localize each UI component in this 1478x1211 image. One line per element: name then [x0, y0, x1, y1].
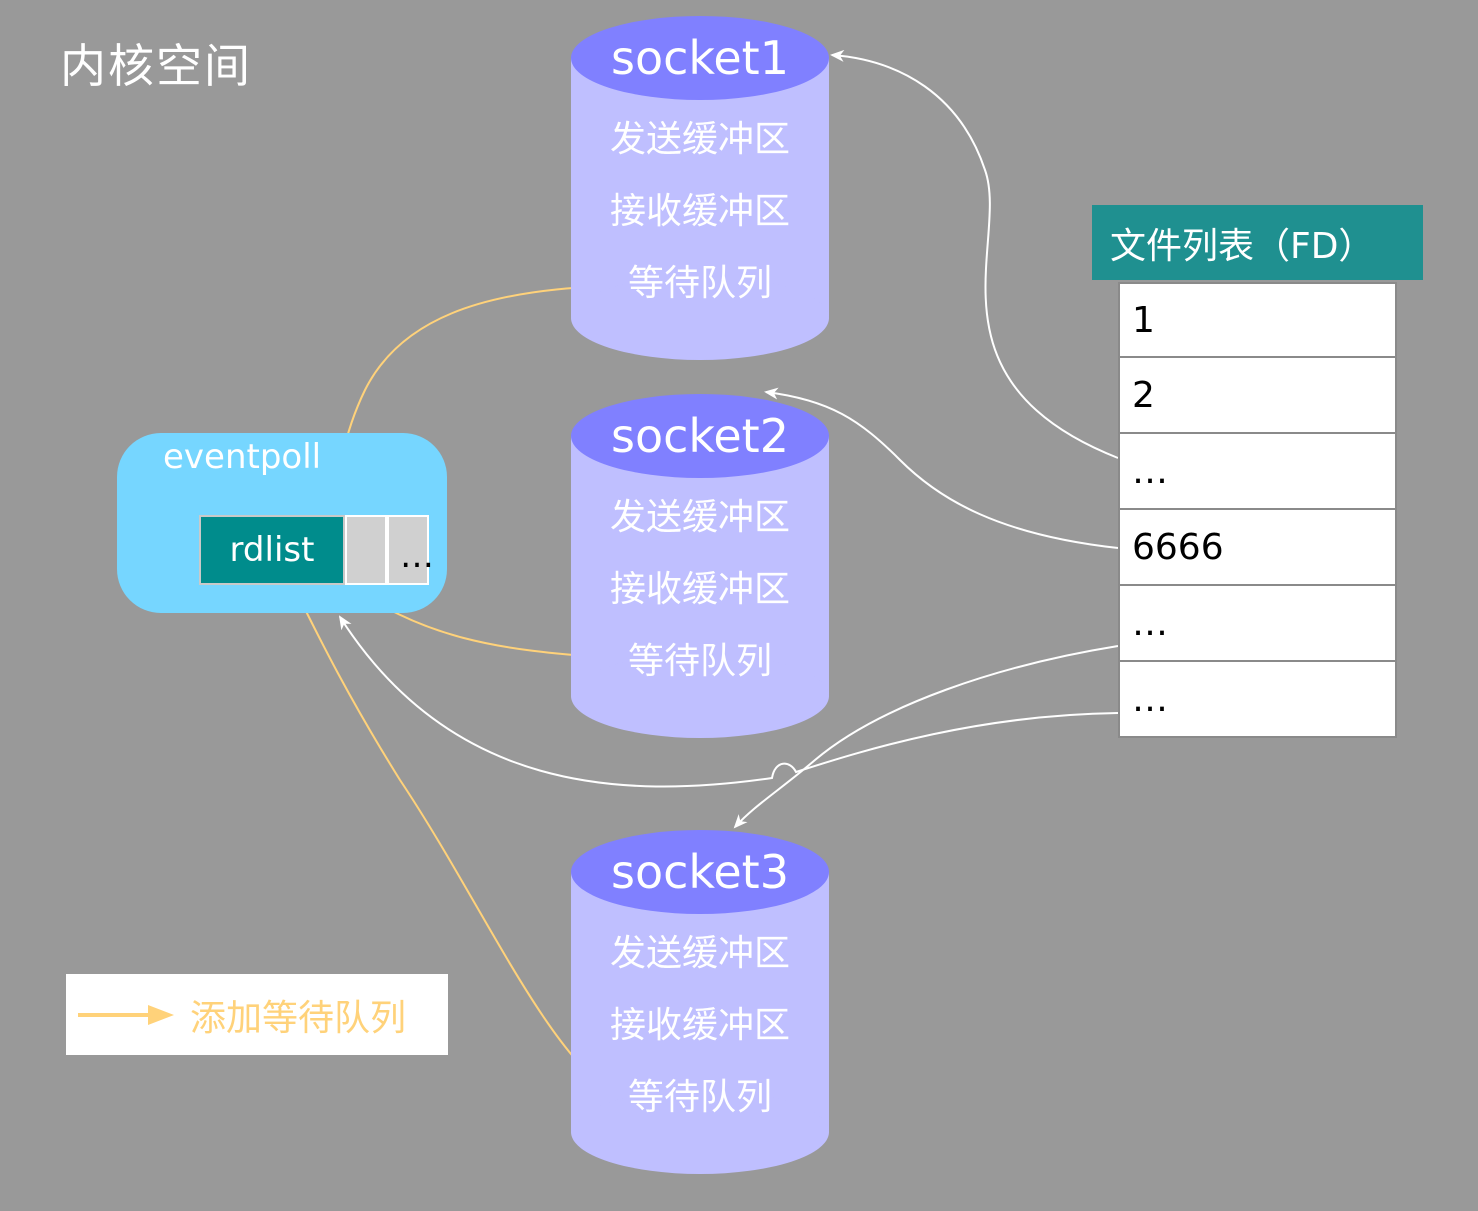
socket1-wait-queue: 等待队列	[627, 263, 772, 304]
socket3-wait-queue: 等待队列	[627, 1077, 772, 1118]
rdlist-slot	[345, 515, 387, 585]
fd-row: …	[1118, 434, 1397, 510]
socket2-recv-buffer: 接收缓冲区	[609, 569, 790, 610]
fd-row: 6666	[1118, 510, 1397, 586]
rdlist-ellipsis: …	[400, 536, 434, 576]
eventpoll-label: eventpoll	[163, 437, 322, 477]
socket1-recv-buffer: 接收缓冲区	[609, 191, 790, 232]
fd-row: 2	[1118, 358, 1397, 434]
socket3-fields: 发送缓冲区 接收缓冲区 等待队列	[571, 918, 829, 1134]
rdlist-cell: rdlist	[199, 515, 345, 585]
socket3-recv-buffer: 接收缓冲区	[609, 1005, 790, 1046]
fd-row-3-to-socket1-arrow	[830, 49, 1119, 459]
legend-arrow-icon	[78, 1004, 174, 1025]
fd-row: …	[1118, 662, 1397, 738]
socket1-name: socket1	[610, 31, 789, 85]
fd-row: …	[1118, 586, 1397, 662]
kernel-space-title: 内核空间	[60, 39, 252, 93]
legend-label: 添加等待队列	[190, 997, 407, 1039]
socket2-send-buffer: 发送缓冲区	[609, 497, 790, 538]
socket2-name: socket2	[610, 409, 789, 463]
fd-row: 1	[1118, 282, 1397, 358]
socket1-fields: 发送缓冲区 接收缓冲区 等待队列	[571, 104, 829, 320]
socket3-name: socket3	[610, 845, 789, 899]
fd-list-table: 1 2 … 6666 … …	[1118, 282, 1397, 738]
socket2-wait-queue: 等待队列	[627, 641, 772, 682]
socket2-fields: 发送缓冲区 接收缓冲区 等待队列	[571, 482, 829, 698]
socket1-top: socket1	[571, 16, 829, 100]
socket3-top: socket3	[571, 830, 829, 914]
socket3-send-buffer: 发送缓冲区	[609, 933, 790, 974]
socket2-top: socket2	[571, 394, 829, 478]
fd-list-header: 文件列表（FD）	[1092, 205, 1423, 280]
legend-box: 添加等待队列	[66, 974, 448, 1055]
socket1-send-buffer: 发送缓冲区	[609, 119, 790, 160]
rdlist-label: rdlist	[229, 530, 315, 570]
